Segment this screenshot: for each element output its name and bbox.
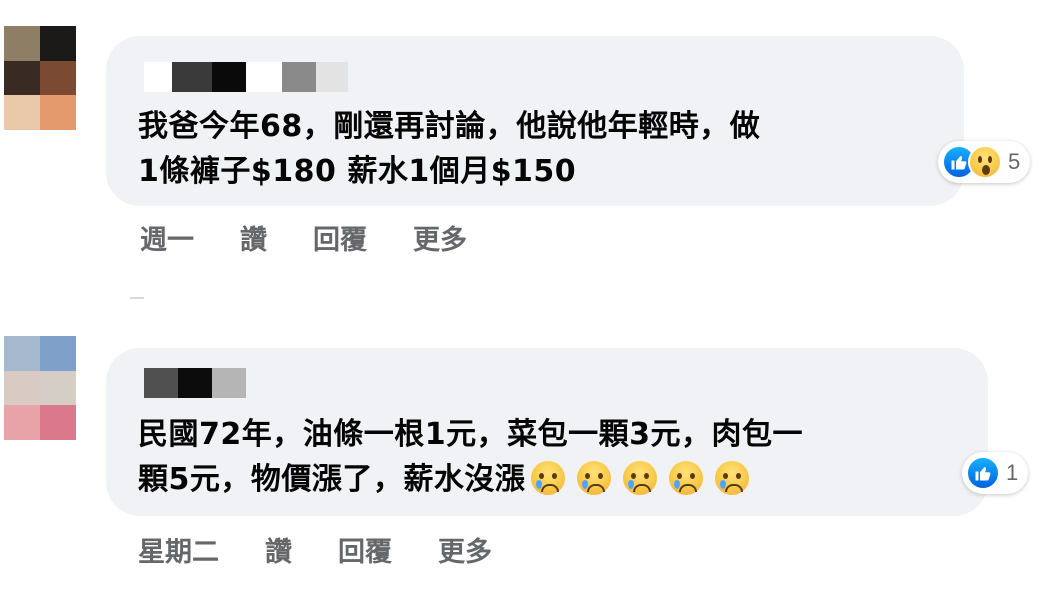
reply-link[interactable]: 回覆: [313, 218, 367, 257]
comment-text-segment: 顆5元，物價漲了，薪水沒漲: [138, 462, 526, 497]
timestamp-link[interactable]: 星期二: [138, 530, 219, 569]
like-icon: [966, 456, 1000, 490]
crying-face-icon: [531, 461, 566, 495]
comment-text: 民國72年，油條一根1元，菜包一顆3元，肉包一 顆5元，物價漲了，薪水沒漲: [138, 412, 803, 502]
timestamp-link[interactable]: 週一: [140, 218, 194, 257]
comment-text-line: 我爸今年68，剛還再討論，他說他年輕時，做: [138, 109, 761, 144]
commenter-name[interactable]: [144, 62, 348, 92]
reply-link[interactable]: 回覆: [338, 530, 392, 569]
comment-text-line: 顆5元，物價漲了，薪水沒漲: [138, 457, 803, 502]
crying-face-icon: [715, 461, 750, 495]
avatar[interactable]: [4, 336, 76, 440]
comment-actions: 週一 讚 回覆 更多: [140, 218, 513, 257]
crying-face-icon: [669, 461, 704, 495]
divider: [130, 297, 144, 299]
comment-text-line: 民國72年，油條一根1元，菜包一顆3元，肉包一: [138, 417, 803, 452]
crying-face-icon: [623, 461, 658, 495]
comment-actions: 星期二 讚 回覆 更多: [138, 530, 538, 569]
wow-icon: [968, 145, 1002, 179]
reaction-count: 1: [1006, 460, 1019, 485]
reaction-summary[interactable]: 5: [938, 141, 1031, 183]
comment-thread: 我爸今年68，剛還再討論，他說他年輕時，做 1條褲子$180 薪水1個月$150…: [0, 0, 1060, 596]
like-link[interactable]: 讚: [240, 218, 267, 257]
more-link[interactable]: 更多: [413, 218, 467, 257]
avatar[interactable]: [4, 26, 76, 130]
comment-bubble: 民國72年，油條一根1元，菜包一顆3元，肉包一 顆5元，物價漲了，薪水沒漲: [106, 348, 988, 516]
more-link[interactable]: 更多: [438, 530, 492, 569]
crying-face-icon: [577, 461, 612, 495]
comment-bubble: 我爸今年68，剛還再討論，他說他年輕時，做 1條褲子$180 薪水1個月$150: [106, 36, 964, 206]
comment-text-line: 1條褲子$180 薪水1個月$150: [138, 154, 577, 189]
like-link[interactable]: 讚: [265, 530, 292, 569]
reaction-count: 5: [1008, 149, 1021, 174]
reaction-summary[interactable]: 1: [962, 452, 1029, 494]
comment-text: 我爸今年68，剛還再討論，他說他年輕時，做 1條褲子$180 薪水1個月$150: [138, 104, 760, 194]
commenter-name[interactable]: [144, 368, 246, 398]
